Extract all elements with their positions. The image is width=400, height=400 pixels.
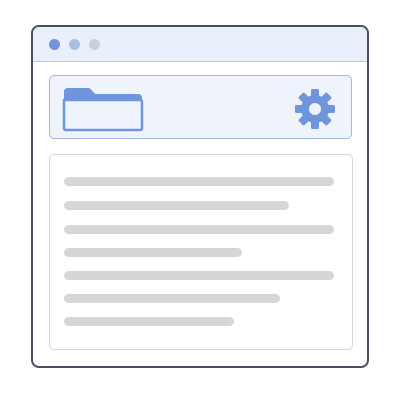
placeholder-text-line — [64, 317, 234, 326]
window-maximize-dot[interactable] — [89, 39, 100, 50]
placeholder-text-line — [64, 177, 334, 186]
content-panel — [49, 154, 353, 350]
gear-icon[interactable] — [294, 88, 336, 130]
placeholder-text-line — [64, 294, 280, 303]
window-close-dot[interactable] — [49, 39, 60, 50]
placeholder-text-line — [64, 225, 334, 234]
placeholder-text-line — [64, 271, 334, 280]
placeholder-text-line — [64, 248, 242, 257]
toolbar-panel — [49, 75, 352, 139]
placeholder-text-line — [64, 201, 289, 210]
app-window — [31, 25, 369, 368]
title-bar[interactable] — [33, 27, 367, 62]
window-minimize-dot[interactable] — [69, 39, 80, 50]
folder-icon[interactable] — [62, 86, 144, 132]
